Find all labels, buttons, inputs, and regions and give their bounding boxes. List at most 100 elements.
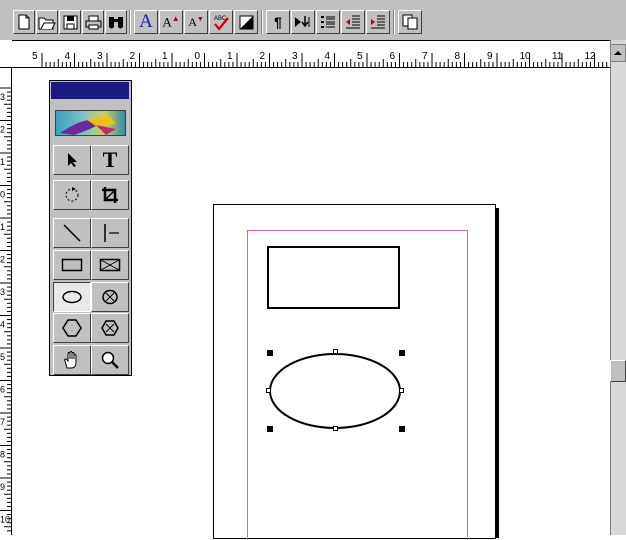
bullet-list-icon xyxy=(321,16,335,28)
selection-handle-bottom-middle[interactable] xyxy=(333,426,338,431)
toolbar: A A▲ A▼ ABC ¶ xyxy=(0,0,626,40)
text-T-icon: T xyxy=(102,147,118,172)
fill-color-icon xyxy=(239,15,253,29)
scroll-up-arrow-icon xyxy=(614,51,622,55)
vertical-ruler-ticks: 321012345678910 xyxy=(0,87,11,532)
tool-palette-title-bar[interactable] xyxy=(51,82,129,99)
ruler-label: 1 xyxy=(162,51,168,62)
ruler-label: 4 xyxy=(325,51,331,62)
toolbar-separator xyxy=(393,10,395,34)
polygon-frame-tool[interactable] xyxy=(91,313,129,343)
crop-tool[interactable] xyxy=(91,180,129,210)
logo-image xyxy=(60,115,116,135)
ruler-label: 9 xyxy=(487,51,493,62)
bullets-button[interactable] xyxy=(316,10,340,34)
font-decrease-icon: A▼ xyxy=(188,14,204,29)
ruler-label: 0 xyxy=(195,51,201,62)
ruler-label: 1 xyxy=(0,222,5,232)
print-button[interactable] xyxy=(82,10,104,34)
copy-button[interactable] xyxy=(398,10,422,34)
spell-check-button[interactable]: ABC xyxy=(209,10,233,34)
rectangle-icon xyxy=(61,258,83,272)
orthogonal-line-icon xyxy=(104,224,119,242)
insert-arrow-icon xyxy=(295,16,310,28)
rotate-tool[interactable] xyxy=(53,180,91,210)
open-button[interactable] xyxy=(36,10,58,34)
ruler-label: 3 xyxy=(0,287,5,297)
arrow-pointer-icon xyxy=(68,153,77,167)
decrease-indent-button[interactable] xyxy=(341,10,365,34)
selection-handle-bottom-left[interactable] xyxy=(267,426,273,432)
zoom-tool[interactable] xyxy=(91,345,129,375)
printer-icon xyxy=(85,15,101,29)
vertical-ruler[interactable]: 3 2 1 0 1 2 3 4 5 6 7 8 9 10 xyxy=(0,68,12,535)
ruler-label: 3 xyxy=(292,51,298,62)
insert-special-button[interactable] xyxy=(291,10,315,34)
ruler-label: 2 xyxy=(260,51,266,62)
paragraph-button[interactable]: ¶ xyxy=(266,10,290,34)
diagonal-line-icon xyxy=(63,224,81,242)
hand-tool[interactable] xyxy=(53,345,91,375)
copy-icon xyxy=(402,14,418,30)
ruler-label: 8 xyxy=(0,450,5,460)
selected-ellipse-shape[interactable] xyxy=(262,346,408,436)
pointer-tool[interactable] xyxy=(53,145,91,175)
decrease-font-size-button[interactable]: A▼ xyxy=(184,10,208,34)
rectangle-shape[interactable] xyxy=(267,246,400,309)
scrollbar-thumb[interactable] xyxy=(610,360,626,382)
new-document-icon xyxy=(18,14,30,30)
hexagon-icon xyxy=(62,319,82,337)
ellipse-tool[interactable] xyxy=(53,282,91,312)
polygon-tool[interactable] xyxy=(53,313,91,343)
horizontal-ruler-ticks: 5 4 3 2 1 0 1 2 3 4 5 6 7 8 9 10 11 12 xyxy=(32,51,608,67)
rectangle-tool[interactable] xyxy=(53,250,91,280)
horizontal-ruler[interactable]: 5 4 3 2 1 0 1 2 3 4 5 6 7 8 9 10 11 12 xyxy=(12,40,610,68)
new-document-button[interactable] xyxy=(13,10,35,34)
pilcrow-icon: ¶ xyxy=(274,14,282,30)
selection-handle-right-middle[interactable] xyxy=(399,388,404,393)
toolbar-separator xyxy=(261,10,263,34)
toolbar-separator xyxy=(129,10,131,34)
scroll-up-button[interactable] xyxy=(610,44,626,62)
spell-check-icon: ABC xyxy=(214,16,229,31)
selection-handle-top-right[interactable] xyxy=(399,350,405,356)
ruler-corner xyxy=(0,40,12,68)
ruler-label: 3 xyxy=(0,92,5,102)
vertical-scrollbar[interactable] xyxy=(610,40,626,535)
find-button[interactable] xyxy=(105,10,127,34)
line-tool[interactable] xyxy=(53,218,91,248)
orthogonal-line-tool[interactable] xyxy=(91,218,129,248)
save-disk-icon xyxy=(63,15,77,29)
ruler-label: 9 xyxy=(0,482,5,492)
ruler-label: 8 xyxy=(455,51,461,62)
rectangle-frame-icon xyxy=(99,258,121,272)
hexagon-frame-icon xyxy=(101,320,119,336)
increase-font-size-button[interactable]: A▲ xyxy=(159,10,183,34)
increase-indent-button[interactable] xyxy=(366,10,390,34)
ruler-label: 4 xyxy=(0,320,5,330)
font-A-icon: A xyxy=(139,11,153,32)
ruler-label: 5 xyxy=(32,51,38,62)
application-logo xyxy=(55,110,126,136)
save-button[interactable] xyxy=(59,10,81,34)
font-button[interactable]: A xyxy=(134,10,158,34)
ruler-label: 7 xyxy=(422,51,428,62)
ruler-label: 0 xyxy=(0,190,5,200)
ruler-label: 11 xyxy=(552,51,563,62)
ruler-label: 12 xyxy=(585,51,597,62)
selection-handle-top-middle[interactable] xyxy=(333,349,338,354)
hand-icon xyxy=(64,351,77,369)
selection-handle-top-left[interactable] xyxy=(267,350,273,356)
increase-indent-icon xyxy=(371,15,385,29)
font-increase-icon: A▲ xyxy=(162,13,180,30)
ruler-label: 6 xyxy=(0,385,5,395)
selection-handle-bottom-right[interactable] xyxy=(399,426,405,432)
text-tool[interactable]: T xyxy=(91,145,129,175)
selection-handle-left-middle[interactable] xyxy=(266,388,271,393)
ruler-label: 5 xyxy=(357,51,363,62)
ruler-label: 2 xyxy=(130,51,136,62)
fill-color-button[interactable] xyxy=(234,10,258,34)
rectangle-frame-tool[interactable] xyxy=(91,250,129,280)
ruler-label: 10 xyxy=(0,515,10,525)
ellipse-frame-tool[interactable] xyxy=(91,282,129,312)
